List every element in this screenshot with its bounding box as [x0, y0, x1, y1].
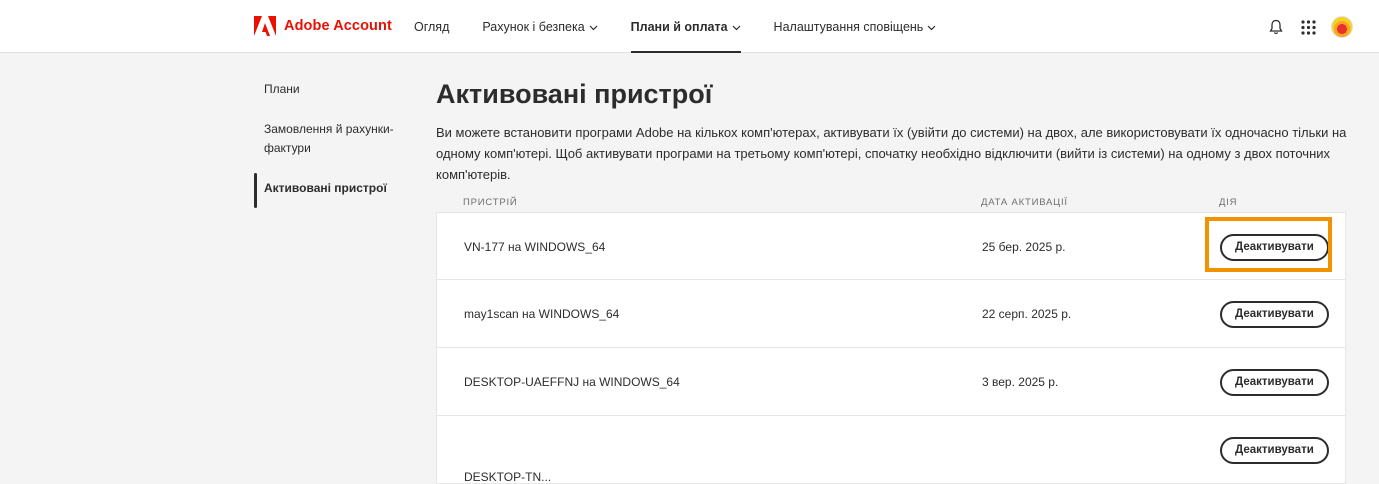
main-nav: Огляд Рахунок і безпека Плани й оплата Н… — [414, 0, 936, 53]
activation-date: 3 вер. 2025 р. — [982, 375, 1059, 389]
device-name: DESKTOP-UAEFFNJ на WINDOWS_64 — [464, 375, 680, 389]
action-cell: Деактивувати — [1220, 416, 1329, 484]
deactivate-button[interactable]: Деактивувати — [1220, 233, 1329, 261]
table-header: ПРИСТРІЙ ДАТА АКТИВАЦІЇ ДІЯ — [436, 197, 1346, 211]
chevron-down-icon — [927, 20, 936, 34]
sidebar-item-orders-invoices[interactable]: Замовлення й рахунки-фактури — [254, 120, 394, 158]
device-name: may1scan на WINDOWS_64 — [464, 307, 620, 321]
page-title: Активовані пристрої — [436, 79, 713, 109]
top-header: Adobe Account Огляд Рахунок і безпека Пл… — [0, 0, 1379, 53]
nav-label: Налаштування сповіщень — [773, 19, 924, 34]
deactivate-button[interactable]: Деактивувати — [1220, 436, 1329, 464]
action-cell: Деактивувати — [1220, 280, 1329, 348]
header-icons — [1257, 14, 1353, 40]
table-row: DESKTOP-UAEFFNJ на WINDOWS_64 3 вер. 202… — [436, 348, 1346, 416]
deactivate-button[interactable]: Деактивувати — [1220, 368, 1329, 396]
chevron-down-icon — [589, 20, 598, 34]
column-header-device: ПРИСТРІЙ — [463, 197, 518, 208]
page-description: Ви можете встановити програми Adobe на к… — [436, 125, 1347, 182]
activation-date: 25 бер. 2025 р. — [982, 240, 1066, 254]
table-row: may1scan на WINDOWS_64 22 серп. 2025 р. … — [436, 280, 1346, 348]
action-cell: Деактивувати — [1220, 348, 1329, 416]
table-row: DESKTOP-TN... Деактивувати — [436, 416, 1346, 484]
nav-plans-payment[interactable]: Плани й оплата — [630, 0, 741, 53]
activation-date: 22 серп. 2025 р. — [982, 307, 1072, 321]
devices-table: VN-177 на WINDOWS_64 25 бер. 2025 р. Деа… — [436, 212, 1346, 484]
sidebar-item-label: Плани — [264, 82, 300, 96]
device-name: DESKTOP-TN... — [464, 470, 552, 484]
bell-icon[interactable] — [1263, 14, 1289, 40]
table-row: VN-177 на WINDOWS_64 25 бер. 2025 р. Деа… — [436, 212, 1346, 280]
nav-label: Огляд — [414, 19, 450, 34]
chevron-down-icon — [732, 20, 741, 34]
sidebar-item-label: Активовані пристрої — [264, 181, 387, 195]
logo-text: Adobe Account — [284, 18, 392, 34]
apps-grid-icon[interactable] — [1295, 14, 1321, 40]
sidebar: Плани Замовлення й рахунки-фактури Актив… — [254, 80, 404, 208]
nav-label: Рахунок і безпека — [482, 19, 585, 34]
action-cell: Деактивувати — [1220, 213, 1329, 281]
nav-overview[interactable]: Огляд — [414, 0, 449, 53]
sidebar-item-plans[interactable]: Плани — [254, 80, 404, 99]
sidebar-item-label: Замовлення й рахунки-фактури — [264, 122, 394, 155]
nav-label: Плани й оплата — [630, 19, 728, 34]
adobe-logo[interactable]: Adobe Account — [254, 16, 392, 36]
device-name: VN-177 на WINDOWS_64 — [464, 240, 606, 254]
deactivate-button[interactable]: Деактивувати — [1220, 300, 1329, 328]
avatar[interactable] — [1331, 16, 1353, 38]
sidebar-item-activated-devices[interactable]: Активовані пристрої — [254, 173, 404, 208]
nav-notification-settings[interactable]: Налаштування сповіщень — [774, 0, 937, 53]
column-header-action: ДІЯ — [1219, 197, 1238, 208]
column-header-date: ДАТА АКТИВАЦІЇ — [981, 197, 1068, 208]
nav-account-security[interactable]: Рахунок і безпека — [482, 0, 598, 53]
adobe-logo-icon — [254, 16, 276, 36]
